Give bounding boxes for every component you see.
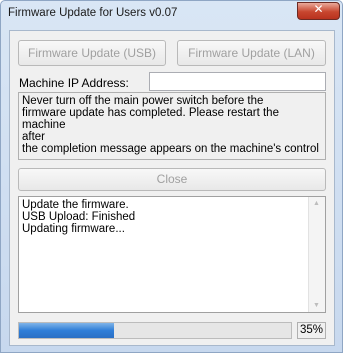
log-line: Updating firmware... — [22, 223, 125, 235]
firmware-update-window: Firmware Update for Users v0.07 ✕ Firmwa… — [0, 0, 343, 353]
warning-message: Never turn off the main power switch bef… — [18, 92, 326, 160]
window-title: Firmware Update for Users v0.07 — [8, 7, 178, 19]
firmware-update-lan-button[interactable]: Firmware Update (LAN) — [177, 40, 326, 66]
window-close-button[interactable]: ✕ — [297, 2, 340, 20]
machine-ip-label: Machine IP Address: — [19, 76, 129, 90]
firmware-update-usb-button[interactable]: Firmware Update (USB) — [18, 40, 166, 66]
title-bar[interactable]: Firmware Update for Users v0.07 ✕ — [1, 1, 342, 27]
log-line: Update the firmware. — [22, 199, 129, 211]
scroll-up-arrow-icon[interactable]: ▲ — [313, 200, 320, 207]
close-icon: ✕ — [313, 2, 324, 16]
log-lines: Update the firmware. USB Upload: Finishe… — [22, 199, 135, 235]
close-button[interactable]: Close — [18, 168, 326, 191]
dialog-body: Firmware Update (USB) Firmware Update (L… — [9, 30, 335, 346]
progress-percent: 35% — [297, 322, 326, 339]
log-line: USB Upload: Finished — [22, 211, 136, 223]
progress-bar — [18, 322, 292, 339]
log-scrollbar[interactable]: ▲ ▼ — [308, 197, 325, 312]
scroll-down-arrow-icon[interactable]: ▼ — [313, 302, 320, 309]
machine-ip-input[interactable] — [149, 72, 326, 91]
update-log[interactable]: Update the firmware. USB Upload: Finishe… — [18, 196, 326, 313]
progress-fill — [19, 323, 115, 338]
